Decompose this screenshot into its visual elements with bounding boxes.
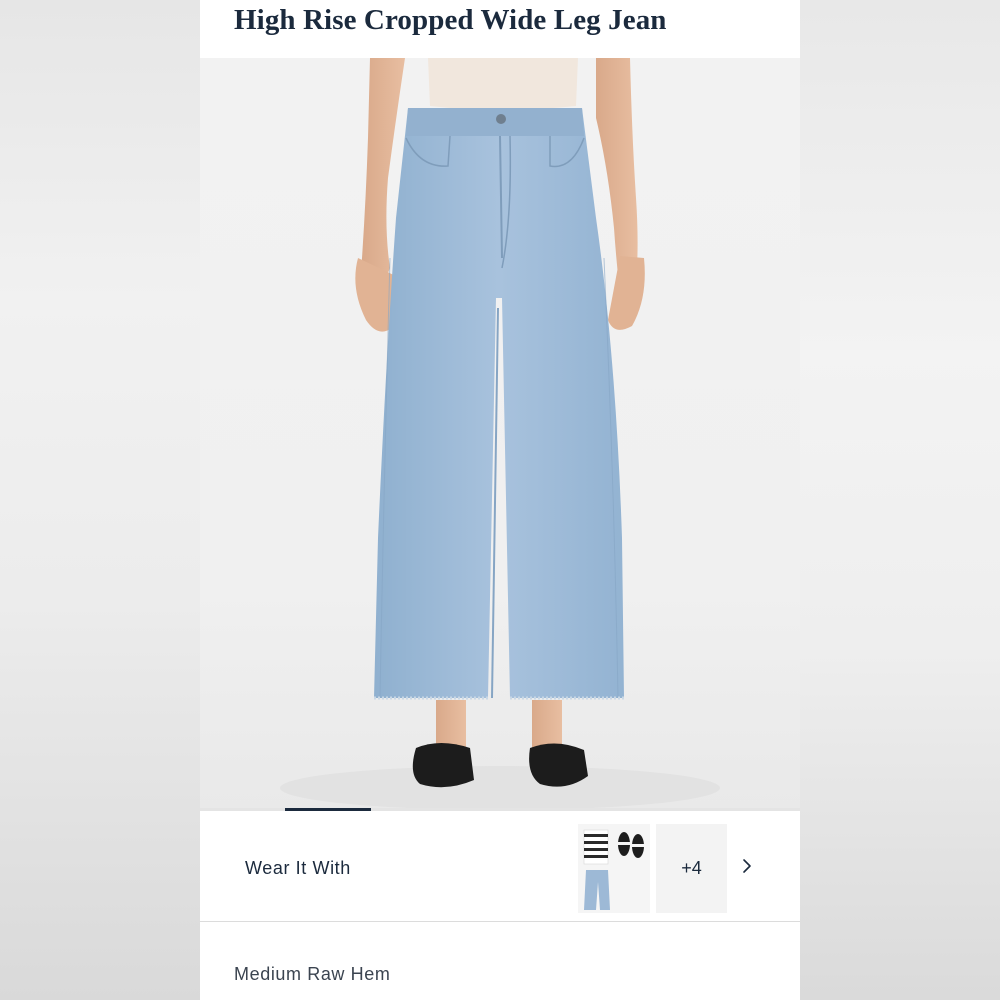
outfit-thumbnail[interactable] (578, 824, 650, 913)
blurred-backdrop-left (0, 0, 200, 1000)
outfit-collage-icon (578, 824, 650, 913)
product-photo-illustration (280, 58, 720, 810)
wear-it-with-row[interactable]: Wear It With +4 (200, 811, 800, 922)
product-page: High Rise Cropped Wide Leg Jean Wear It … (200, 0, 800, 1000)
wash-label: Medium Raw Hem (234, 964, 391, 984)
wear-it-with-label: Wear It With (245, 858, 351, 878)
product-image[interactable] (200, 58, 800, 810)
more-items-count: +4 (681, 858, 702, 878)
title-bar: High Rise Cropped Wide Leg Jean (200, 0, 800, 58)
wash-section: Medium Raw Hem (200, 924, 800, 1000)
product-title: High Rise Cropped Wide Leg Jean (234, 4, 667, 36)
blurred-backdrop-right (800, 0, 1000, 1000)
more-items-button[interactable]: +4 (656, 824, 727, 913)
chevron-right-icon[interactable] (740, 857, 754, 875)
